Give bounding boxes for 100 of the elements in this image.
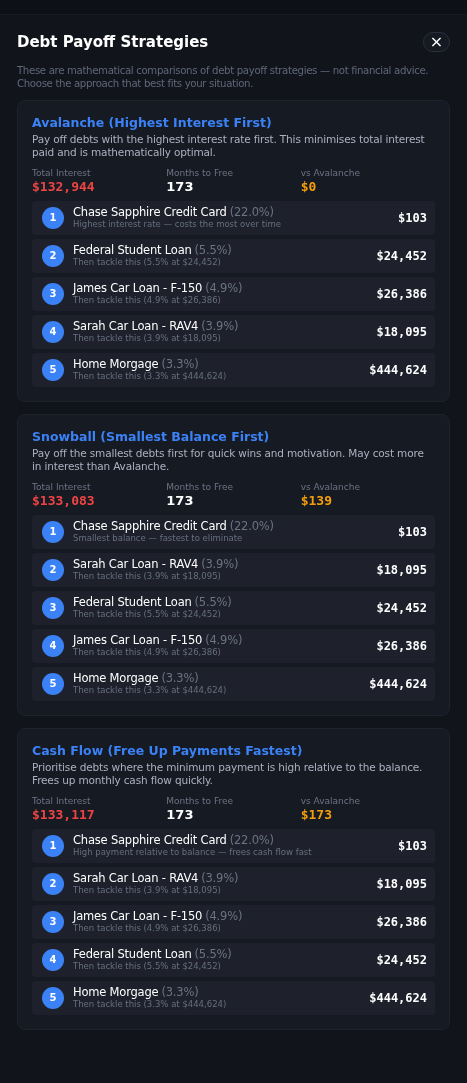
close-button[interactable]: ×	[423, 32, 450, 53]
stat-label: Total Interest	[32, 795, 92, 807]
stat-label: Months to Free	[166, 795, 235, 807]
order-number: 5	[42, 672, 64, 695]
debt-amount: $103	[398, 209, 427, 227]
stat-value: 173	[166, 178, 195, 195]
debt-name: Sarah Car Loan - RAV4	[73, 319, 199, 333]
debt-name: Federal Student Loan	[73, 243, 192, 257]
debt-amount: $26,386	[376, 637, 427, 655]
strategy-title: Avalanche (Highest Interest First)	[32, 114, 273, 131]
order-number: 1	[42, 834, 64, 857]
interest-rate: (3.3%)	[161, 671, 199, 685]
strategy-description: Pay off the smallest debts first for quick wins and motivation. May cost more in interest than Avalanche.	[32, 446, 425, 473]
debt-note: Then tackle this (3.9% at $18,095)	[73, 571, 222, 582]
strategy-description: Pay off debts with the highest interest rate first. This minimises total interest paid and is mathematically optimal.	[32, 132, 426, 159]
stat-value: $132,944	[32, 178, 96, 195]
debt-name: Chase Sapphire Credit Card	[73, 519, 227, 533]
debt-note: Smallest balance — fastest to eliminate	[73, 533, 244, 544]
debt-amount: $18,095	[376, 561, 427, 579]
stat-value: $133,117	[32, 806, 96, 823]
stat-label: vs Avalanche	[300, 795, 361, 807]
disclaimer-text: These are mathematical comparisons of debt payoff strategies — not financial advice. Choose the approach that best fits your situation.	[17, 63, 430, 90]
stat-value: $0	[300, 178, 318, 195]
debt-amount: $24,452	[376, 247, 427, 265]
debt-name: James Car Loan - F-150	[73, 909, 203, 923]
debt-note: Then tackle this (4.9% at $26,386)	[73, 647, 222, 658]
debt-note: High payment relative to balance — frees cash flow fast	[73, 847, 313, 858]
debt-name: James Car Loan - F-150	[73, 633, 203, 647]
debt-amount: $18,095	[376, 875, 427, 893]
debt-note: Then tackle this (3.9% at $18,095)	[73, 333, 222, 344]
debt-note: Then tackle this (3.3% at $444,624)	[73, 999, 228, 1010]
debt-note: Then tackle this (5.5% at $24,452)	[73, 961, 222, 972]
debt-note: Then tackle this (3.3% at $444,624)	[73, 371, 228, 382]
strategy-description: Prioritise debts where the minimum payment is high relative to the balance. Frees up monthly cash flow quickly.	[32, 760, 424, 787]
stat-label: Months to Free	[166, 167, 235, 179]
debt-amount: $444,624	[369, 361, 427, 379]
stat-value: $139	[300, 492, 333, 509]
order-number: 5	[42, 358, 64, 381]
stat-value: $133,083	[32, 492, 96, 509]
interest-rate: (22.0%)	[229, 205, 274, 219]
order-number: 4	[42, 634, 64, 657]
order-number: 2	[42, 558, 64, 581]
stat-value: 173	[166, 492, 195, 509]
interest-rate: (4.9%)	[205, 633, 243, 647]
debt-note: Highest interest rate — costs the most over time	[73, 219, 282, 230]
debt-note: Then tackle this (4.9% at $26,386)	[73, 923, 222, 934]
debt-amount: $444,624	[369, 989, 427, 1007]
order-number: 4	[42, 948, 64, 971]
order-number: 1	[42, 206, 64, 229]
debt-name: Home Morgage	[73, 985, 159, 999]
debt-amount: $24,452	[376, 951, 427, 969]
debt-name: Sarah Car Loan - RAV4	[73, 557, 199, 571]
stat-value: $173	[300, 806, 333, 823]
interest-rate: (5.5%)	[194, 595, 232, 609]
order-number: 3	[42, 282, 64, 305]
order-number: 3	[42, 596, 64, 619]
order-number: 1	[42, 520, 64, 543]
debt-name: Sarah Car Loan - RAV4	[73, 871, 199, 885]
debt-amount: $18,095	[376, 323, 427, 341]
interest-rate: (4.9%)	[205, 909, 243, 923]
debt-amount: $26,386	[376, 285, 427, 303]
interest-rate: (3.9%)	[201, 557, 239, 571]
debt-name: Chase Sapphire Credit Card	[73, 205, 227, 219]
debt-note: Then tackle this (4.9% at $26,386)	[73, 295, 222, 306]
debt-amount: $444,624	[369, 675, 427, 693]
debt-note: Then tackle this (5.5% at $24,452)	[73, 609, 222, 620]
interest-rate: (3.9%)	[201, 871, 239, 885]
dialog-title: Debt Payoff Strategies	[17, 32, 209, 53]
interest-rate: (22.0%)	[229, 833, 274, 847]
order-number: 2	[42, 244, 64, 267]
debt-name: Chase Sapphire Credit Card	[73, 833, 227, 847]
debt-name: Home Morgage	[73, 357, 159, 371]
order-number: 3	[42, 910, 64, 933]
debt-amount: $103	[398, 523, 427, 541]
debt-name: James Car Loan - F-150	[73, 281, 203, 295]
strategy-title: Snowball (Smallest Balance First)	[32, 428, 271, 445]
interest-rate: (4.9%)	[205, 281, 243, 295]
interest-rate: (22.0%)	[229, 519, 274, 533]
interest-rate: (3.3%)	[161, 985, 199, 999]
interest-rate: (5.5%)	[194, 947, 232, 961]
order-number: 5	[42, 986, 64, 1009]
debt-amount: $26,386	[376, 913, 427, 931]
stat-label: Total Interest	[32, 481, 92, 493]
stat-label: vs Avalanche	[300, 167, 361, 179]
debt-note: Then tackle this (3.9% at $18,095)	[73, 885, 222, 896]
interest-rate: (5.5%)	[194, 243, 232, 257]
debt-amount: $24,452	[376, 599, 427, 617]
interest-rate: (3.3%)	[161, 357, 199, 371]
order-number: 4	[42, 320, 64, 343]
debt-amount: $103	[398, 837, 427, 855]
stat-label: Months to Free	[166, 481, 235, 493]
strategy-title: Cash Flow (Free Up Payments Fastest)	[32, 742, 304, 759]
debt-note: Then tackle this (5.5% at $24,452)	[73, 257, 222, 268]
stat-label: Total Interest	[32, 167, 92, 179]
interest-rate: (3.9%)	[201, 319, 239, 333]
order-number: 2	[42, 872, 64, 895]
debt-name: Federal Student Loan	[73, 595, 192, 609]
stat-value: 173	[166, 806, 195, 823]
debt-note: Then tackle this (3.3% at $444,624)	[73, 685, 228, 696]
stat-label: vs Avalanche	[300, 481, 361, 493]
